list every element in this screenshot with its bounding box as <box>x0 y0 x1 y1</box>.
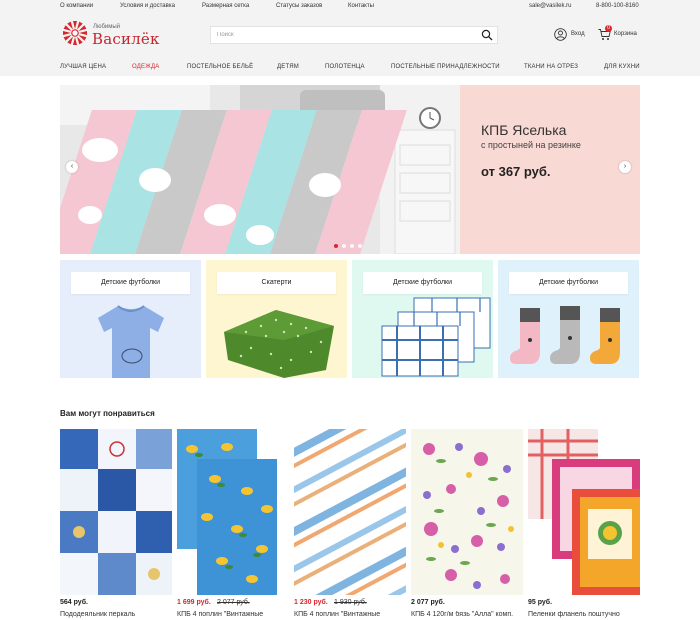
product-image[interactable] <box>411 429 523 595</box>
chevron-right-icon: › <box>623 163 627 170</box>
header: Любимый Василёк Вход 0 Корзин <box>0 14 700 58</box>
hero-dot-1[interactable] <box>334 244 338 248</box>
nav-item-towels[interactable]: ПОЛОТЕНЦА <box>325 64 365 70</box>
product-name[interactable]: КПБ 4 120г/м бязь "Алла" комп. <box>411 611 529 618</box>
topbar-phone[interactable]: 8-800-100-8160 <box>596 3 639 9</box>
nav-item-fabrics[interactable]: ТКАНИ НА ОТРЕЗ <box>524 64 578 70</box>
product-price: 95 руб. <box>528 599 553 606</box>
nav-item-clothing[interactable]: ОДЕЖДА <box>132 64 159 70</box>
product-card[interactable]: 2 077 руб. КПБ 4 120г/м бязь "Алла" комп… <box>411 429 523 620</box>
nav-item-bed-linen[interactable]: ПОСТЕЛЬНОЕ БЕЛЬЁ <box>187 64 253 70</box>
cart-count-badge: 0 <box>605 25 612 32</box>
striped-linen-image <box>294 429 406 595</box>
hero-title: КПБ Яселька <box>481 122 567 138</box>
hero-pagination <box>334 244 374 248</box>
product-price: 564 руб. <box>60 599 88 606</box>
category-label: Детские футболки <box>363 272 482 294</box>
search-icon[interactable] <box>481 29 493 41</box>
category-tile-kids-tshirts-2[interactable]: Детские футболки <box>352 260 493 378</box>
product-price: 1 230 руб. <box>294 599 328 606</box>
nav-item-best-price[interactable]: ЛУЧШАЯ ЦЕНА <box>60 64 106 70</box>
product-card[interactable]: 95 руб. Пеленки фланель поштучно <box>528 429 640 620</box>
hero-prev-button[interactable]: ‹ <box>66 161 78 173</box>
lemon-print-image <box>177 429 289 595</box>
topbar-link-about[interactable]: О компании <box>60 3 93 9</box>
user-icon <box>554 28 567 41</box>
topbar-link-order-status[interactable]: Статусы заказов <box>276 3 322 9</box>
product-image[interactable] <box>528 429 640 595</box>
product-name[interactable]: КПБ 4 поплин "Винтажные <box>294 611 412 618</box>
category-tile-tablecloths[interactable]: Скатерти <box>206 260 347 378</box>
category-label: Детские футболки <box>509 272 628 294</box>
hero-dot-4[interactable] <box>358 244 362 248</box>
logo-wordmark[interactable]: Василёк <box>92 30 160 48</box>
product-image[interactable] <box>177 429 289 595</box>
category-label: Детские футболки <box>71 272 190 294</box>
hero-bedding-image <box>60 85 460 254</box>
product-old-price: 1 930 руб. <box>334 599 367 606</box>
product-old-price: 2 077 руб. <box>217 599 250 606</box>
hero-banner[interactable]: КПБ Яселька с простыней на резинке от 36… <box>60 85 640 254</box>
product-price: 2 077 руб. <box>411 599 445 606</box>
nav-item-bedding-accessories[interactable]: ПОСТЕЛЬНЫЕ ПРИНАДЛЕЖНОСТИ <box>391 64 500 70</box>
chevron-left-icon: ‹ <box>70 163 74 170</box>
hero-dot-3[interactable] <box>350 244 354 248</box>
hero-next-button[interactable]: › <box>619 161 631 173</box>
product-image[interactable] <box>60 429 172 595</box>
product-name[interactable]: Пододеяльник перкаль <box>60 611 178 618</box>
category-tile-kids-tshirts[interactable]: Детские футболки <box>60 260 201 378</box>
flannel-diapers-image <box>528 429 640 595</box>
search-box <box>210 26 498 44</box>
product-name[interactable]: КПБ 4 поплин "Винтажные <box>177 611 295 618</box>
product-price: 1 699 руб. <box>177 599 211 606</box>
search-input[interactable] <box>217 29 467 41</box>
hero-subtitle: с простыней на резинке <box>481 140 581 150</box>
top-bar: О компании Условия и доставка Размерная … <box>0 0 700 14</box>
recommendations-title: Вам могут понравиться <box>60 409 155 418</box>
page: О компании Условия и доставка Размерная … <box>0 0 700 620</box>
floral-print-image <box>411 429 523 595</box>
topbar-link-size-chart[interactable]: Размерная сетка <box>202 3 249 9</box>
topbar-link-contacts[interactable]: Контакты <box>348 3 374 9</box>
category-label: Скатерти <box>217 272 336 294</box>
hero-price: от 367 руб. <box>481 164 551 179</box>
product-image[interactable] <box>294 429 406 595</box>
topbar-link-delivery[interactable]: Условия и доставка <box>120 3 175 9</box>
topbar-email[interactable]: sale@vasilek.ru <box>529 3 571 9</box>
product-card[interactable]: 564 руб. Пододеяльник перкаль <box>60 429 172 620</box>
nav-item-kitchen[interactable]: ДЛЯ КУХНИ <box>604 64 640 70</box>
cart-label: Корзина <box>614 31 637 37</box>
nav-item-kids[interactable]: ДЕТЯМ <box>277 64 299 70</box>
product-card[interactable]: 1 230 руб. 1 930 руб. КПБ 4 поплин "Винт… <box>294 429 406 620</box>
cornflower-logo-icon[interactable] <box>62 20 88 46</box>
product-name[interactable]: Пеленки фланель поштучно <box>528 611 646 618</box>
category-tile-kids-tshirts-3[interactable]: Детские футболки <box>498 260 639 378</box>
main-nav: ЛУЧШАЯ ЦЕНА ОДЕЖДА ПОСТЕЛЬНОЕ БЕЛЬЁ ДЕТЯ… <box>0 58 700 76</box>
patchwork-duvet-image <box>60 429 172 595</box>
hero-dot-2[interactable] <box>342 244 346 248</box>
login-label: Вход <box>571 31 585 37</box>
product-card[interactable]: 1 699 руб. 2 077 руб. КПБ 4 поплин "Винт… <box>177 429 289 620</box>
